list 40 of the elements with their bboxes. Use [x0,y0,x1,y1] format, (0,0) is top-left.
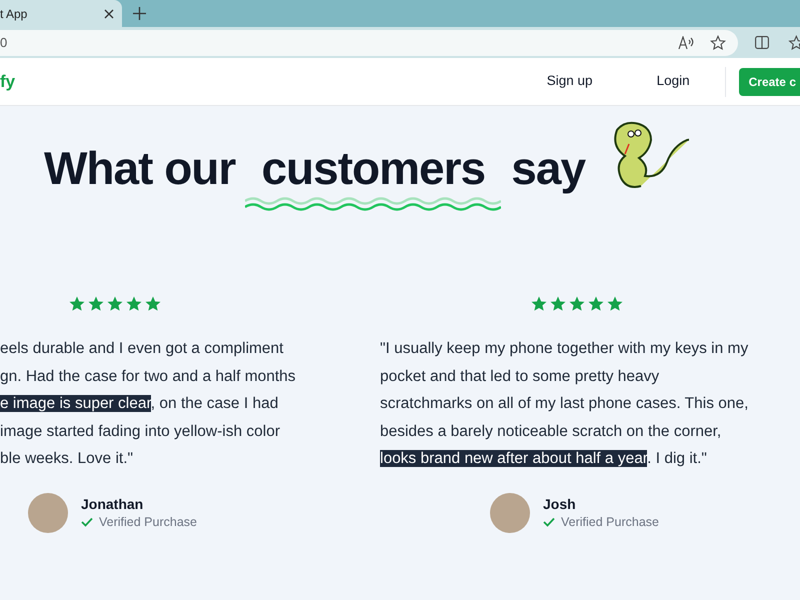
verified-label: Verified Purchase [99,514,197,530]
star-icon [68,295,86,313]
nav-link[interactable]: Login [656,71,690,92]
headline-text: What our [44,141,236,196]
verified-label: Verified Purchase [561,514,659,530]
star-icon [568,295,586,313]
star-icon [106,295,124,313]
review-text-line: eels durable and I even got a compliment [0,339,284,359]
check-icon [543,516,555,526]
read-aloud-icon[interactable] [678,36,694,50]
review-text-line: gn. Had the case for two and a half months [0,366,296,386]
split-screen-icon[interactable] [755,36,769,49]
star-icon [549,295,567,313]
star-icon [587,295,605,313]
headline-text: customers [261,141,486,196]
author-name: Jonathan [81,494,144,512]
avatar [490,492,530,532]
review-text-line: pocket and that led to some pretty heavy [380,366,660,386]
star-outline-icon[interactable] [710,34,726,50]
browser-tab[interactable]: t App [0,0,122,27]
check-icon [81,516,93,526]
review-text-line: besides a barely noticeable scratch on the corner, [380,422,722,442]
review-text-line: scratchmarks on all of my last phone cases. This one, [380,394,748,414]
close-icon[interactable] [104,8,114,18]
new-tab-icon[interactable] [133,7,146,20]
star-icon [125,295,143,313]
author-name: Josh [543,494,577,512]
star-outline-icon[interactable] [786,34,800,50]
review-text-line: "I usually keep my phone together with my keys in my [380,339,748,359]
url-field[interactable]: 0 [0,30,738,56]
nav-link[interactable]: Sign up [546,71,593,92]
review-text-line: e image is super clear, on the case I had [0,394,278,414]
star-icon [87,295,105,313]
review-text-line: ble weeks. Love it." [0,449,134,469]
review-text-line: image started fading into yellow-ish color [0,422,280,442]
star-icon [606,295,624,313]
headline-text: say [511,141,586,196]
star-icon [530,295,548,313]
avatar [28,492,68,532]
star-icon [144,295,162,313]
